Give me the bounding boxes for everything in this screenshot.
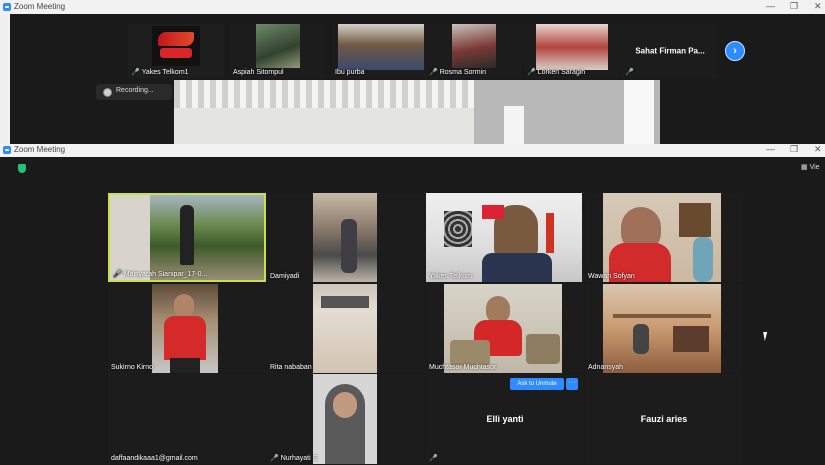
main-window-titlebar: Zoom Meeting — ❐ ✕ <box>0 144 825 157</box>
window-title: Zoom Meeting <box>14 145 66 154</box>
record-dot-icon <box>103 88 112 97</box>
strip-tile[interactable]: Sahat Firman Pa... 🎤 <box>622 24 718 78</box>
participant-video <box>452 24 496 68</box>
participant-video <box>256 24 300 68</box>
participant-name: 🎤 Lorken Saragih <box>527 69 586 76</box>
participant-video <box>426 193 582 282</box>
strip-tile[interactable]: Aspiah Sitompul <box>230 24 326 78</box>
participant-name: Muchtasor Muchtasor <box>429 364 497 371</box>
top-window-content: 🎤 Yakes Telkom1 Aspiah Sitompul Ibu purba… <box>10 14 825 144</box>
restore-button[interactable]: ❐ <box>790 1 798 12</box>
participant-name: 🎤 Nurhayati S <box>270 455 318 462</box>
minimize-button[interactable]: — <box>766 144 775 154</box>
minimize-button[interactable]: — <box>766 1 775 11</box>
zoom-logo-icon <box>3 146 11 154</box>
strip-tile[interactable]: 🎤 Rosma Sormin <box>426 24 522 78</box>
strip-tile[interactable]: 🎤 Lorken Saragih <box>524 24 620 78</box>
participant-video <box>603 193 721 282</box>
mic-muted-icon: 🎤 <box>429 69 438 76</box>
participant-name: Wawan Sofyan <box>588 273 635 280</box>
mouse-cursor-icon <box>763 332 769 341</box>
mic-muted-icon: 🎤 <box>131 69 140 76</box>
participant-name: Fauzi aries <box>640 414 688 424</box>
participant-name: Yakes Telkom <box>429 273 472 280</box>
participant-name: 🎤 Yakes Telkom1 <box>131 69 189 76</box>
main-window-content: ▦ Vie 🎤 Maisyarah Sianipar_17-0... Damiya… <box>0 157 825 465</box>
strip-tile[interactable]: Ibu purba <box>332 24 428 78</box>
video-tile[interactable]: Elli yanti 🎤 Ask to Unmute ··· <box>426 374 584 464</box>
strip-tile[interactable]: 🎤 Yakes Telkom1 <box>128 24 224 78</box>
video-tile[interactable]: Yakes Telkom <box>426 193 584 282</box>
video-tile[interactable]: 🎤 Nurhayati S <box>267 374 425 464</box>
participant-video <box>313 284 377 373</box>
next-page-icon[interactable]: › <box>725 41 745 61</box>
close-button[interactable]: ✕ <box>814 1 822 12</box>
participant-name: Elli yanti <box>486 414 524 424</box>
participant-name: Adnansyah <box>588 364 624 371</box>
participant-video <box>313 193 377 282</box>
video-tile[interactable]: Fauzi aries <box>585 374 743 464</box>
participant-name: Aspiah Sitompul <box>233 69 284 76</box>
video-tile[interactable]: Adnansyah <box>585 284 743 373</box>
restore-button[interactable]: ❐ <box>790 144 798 155</box>
mic-muted-icon: 🎤 <box>527 69 536 76</box>
participant-video <box>152 284 218 373</box>
recording-indicator[interactable]: Recording... <box>96 84 172 100</box>
zoom-logo-icon <box>3 3 11 11</box>
participant-video <box>444 284 562 373</box>
video-tile-active-speaker[interactable]: 🎤 Maisyarah Sianipar_17-0... <box>108 193 266 282</box>
participant-name: Rita nababan <box>270 364 312 371</box>
grid-view-icon: ▦ <box>801 164 810 171</box>
participant-video <box>313 374 377 464</box>
mic-muted-icon: 🎤 <box>270 455 279 462</box>
mic-muted-icon: 🎤 <box>113 271 122 278</box>
participant-video <box>603 284 721 373</box>
participant-name: Damiyadi <box>270 273 300 280</box>
more-options-button[interactable]: ··· <box>566 378 578 390</box>
top-window-titlebar: Zoom Meeting — ❐ ✕ <box>0 0 825 14</box>
participant-video <box>536 24 608 70</box>
shared-screen-area <box>174 80 660 144</box>
security-shield-icon[interactable] <box>18 164 26 173</box>
close-button[interactable]: ✕ <box>814 144 822 155</box>
ask-to-unmute-button[interactable]: Ask to Unmute <box>510 378 564 390</box>
video-tile[interactable]: Damiyadi <box>267 193 425 282</box>
participant-logo <box>152 26 200 66</box>
window-title: Zoom Meeting <box>14 2 66 11</box>
video-tile[interactable]: Wawan Sofyan <box>585 193 743 282</box>
video-tile[interactable]: Sukirno Kirno <box>108 284 266 373</box>
recording-label: Recording... <box>116 87 154 94</box>
participant-name: Ibu purba <box>335 69 365 76</box>
video-tile[interactable]: Rita nababan <box>267 284 425 373</box>
participant-video <box>110 195 264 280</box>
participant-name: daffaandikaaa1@gmail.com <box>111 455 198 462</box>
participant-name: 🎤 Rosma Sormin <box>429 69 487 76</box>
mic-muted-icon: 🎤 <box>625 69 634 76</box>
participant-name: Sukirno Kirno <box>111 364 154 371</box>
participant-name: 🎤 Maisyarah Sianipar_17-0... <box>113 271 208 278</box>
mic-muted-icon: 🎤 <box>429 455 438 462</box>
participant-video <box>338 24 424 70</box>
video-tile[interactable]: Muchtasor Muchtasor <box>426 284 584 373</box>
video-tile[interactable]: daffaandikaaa1@gmail.com <box>108 374 266 464</box>
view-button[interactable]: ▦ Vie <box>801 163 820 171</box>
participant-name: Sahat Firman Pa... <box>635 46 705 56</box>
